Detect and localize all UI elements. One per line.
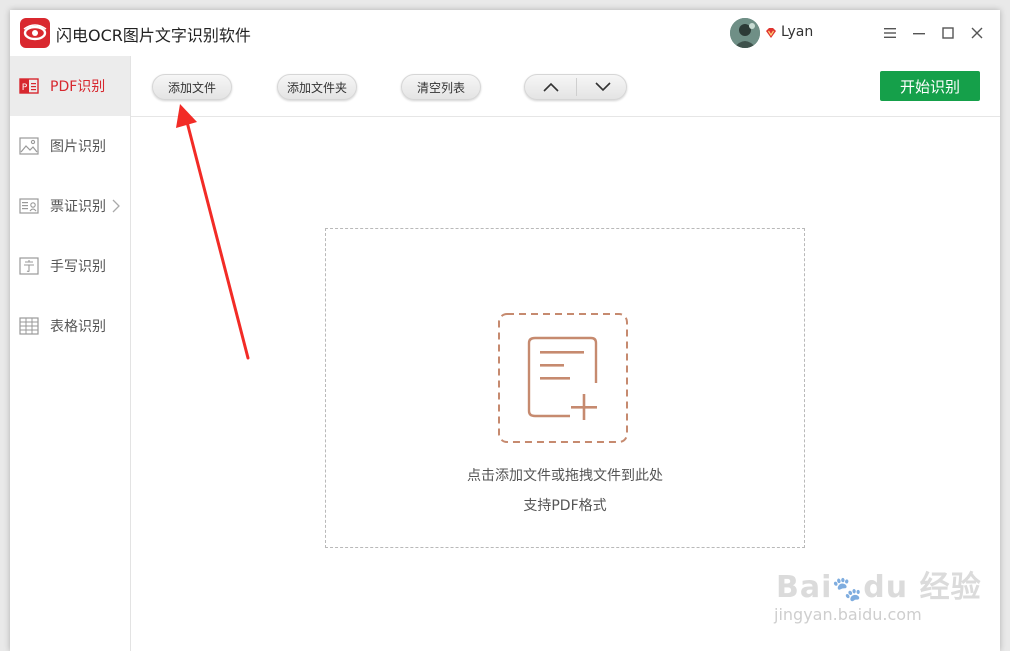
start-recognition-button[interactable]: 开始识别	[880, 71, 980, 101]
sidebar-item-handwriting[interactable]: 手写识别	[10, 236, 130, 296]
hamburger-icon	[884, 28, 896, 38]
close-icon	[971, 27, 983, 39]
pdf-icon: P	[19, 78, 39, 94]
maximize-icon	[942, 27, 954, 39]
app-title: 闪电OCR图片文字识别软件	[56, 26, 251, 45]
chevron-up-icon	[542, 82, 559, 92]
close-button[interactable]	[964, 20, 990, 46]
username[interactable]: Lyan	[781, 24, 813, 40]
sidebar: P PDF识别 图片识别 票证识别 手写识别 表格识别	[10, 56, 131, 651]
maximize-button[interactable]	[935, 20, 961, 46]
sidebar-item-ticket[interactable]: 票证识别	[10, 176, 130, 236]
sidebar-item-label: PDF识别	[50, 79, 106, 95]
sidebar-item-image[interactable]: 图片识别	[10, 116, 130, 176]
toolbar: 添加文件 添加文件夹 清空列表 开始识别	[131, 56, 1000, 117]
app-window: 闪电OCR图片文字识别软件 Lyan P PDF识别 图片识别 票证识别 手写识…	[10, 10, 1000, 651]
file-drop-zone[interactable]: 点击添加文件或拖拽文件到此处 支持PDF格式	[325, 228, 805, 548]
drop-zone-support-text: 支持PDF格式	[523, 498, 607, 514]
vip-diamond-icon	[766, 28, 776, 38]
handwriting-icon	[19, 257, 39, 275]
chevron-right-icon	[112, 199, 120, 213]
sidebar-item-label: 图片识别	[50, 139, 106, 155]
add-document-icon	[498, 313, 628, 443]
svg-text:P: P	[22, 83, 28, 93]
sidebar-item-table[interactable]: 表格识别	[10, 296, 130, 356]
watermark-url: jingyan.baidu.com	[774, 605, 922, 624]
drop-zone-hint: 点击添加文件或拖拽文件到此处	[467, 468, 663, 484]
minimize-icon	[913, 33, 925, 35]
image-icon	[19, 137, 39, 155]
avatar[interactable]	[730, 18, 760, 48]
move-up-button[interactable]	[525, 75, 576, 99]
reorder-buttons	[524, 74, 627, 100]
menu-button[interactable]	[877, 20, 903, 46]
add-file-button[interactable]: 添加文件	[152, 74, 232, 100]
table-icon	[19, 317, 39, 335]
id-card-icon	[19, 198, 39, 214]
move-down-button[interactable]	[577, 75, 626, 99]
title-bar: 闪电OCR图片文字识别软件 Lyan	[10, 10, 1000, 57]
sidebar-item-pdf[interactable]: P PDF识别	[10, 56, 130, 116]
minimize-button[interactable]	[906, 20, 932, 46]
sidebar-item-label: 票证识别	[50, 199, 106, 215]
clear-list-button[interactable]: 清空列表	[401, 74, 481, 100]
sidebar-item-label: 表格识别	[50, 319, 106, 335]
add-folder-button[interactable]: 添加文件夹	[277, 74, 357, 100]
sidebar-item-label: 手写识别	[50, 259, 106, 275]
app-logo-icon	[20, 18, 50, 48]
chevron-down-icon	[594, 82, 611, 92]
watermark-logo-icon: Bai🐾du 经验	[776, 570, 982, 605]
